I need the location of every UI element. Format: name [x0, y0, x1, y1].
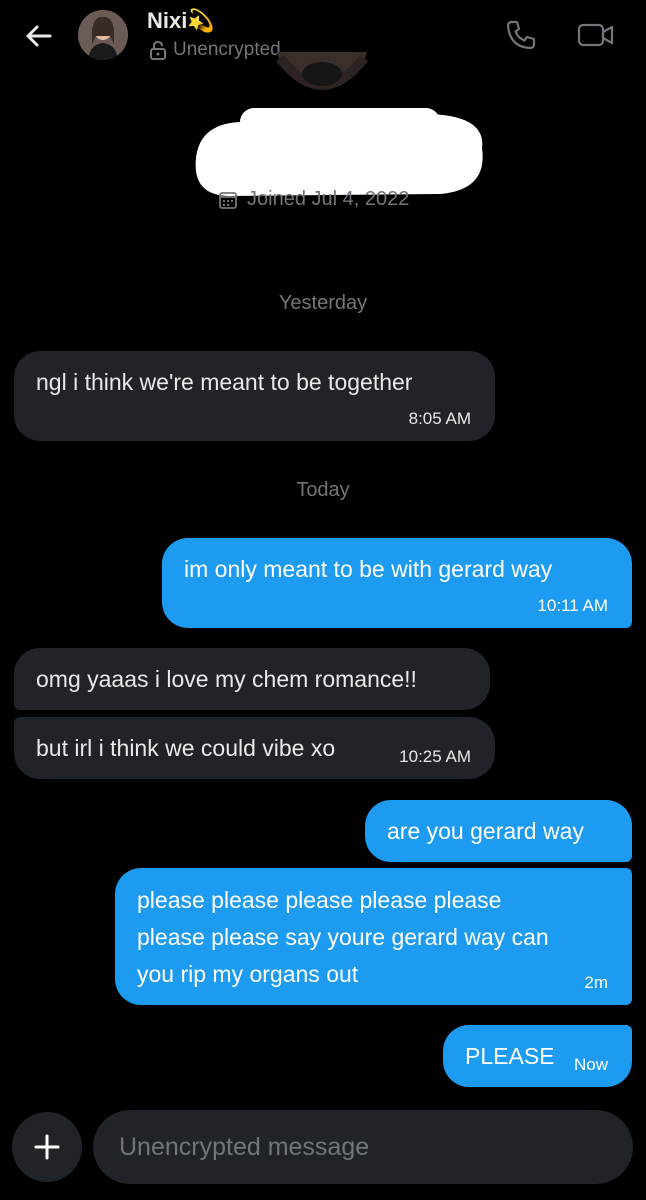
message-timestamp: Now [573, 1055, 608, 1074]
message-text: are you gerard way [387, 818, 584, 844]
message-composer [0, 1104, 646, 1200]
voice-call-button[interactable] [504, 18, 538, 52]
redaction-scribble [195, 108, 483, 196]
message-timestamp: 2m [584, 973, 608, 992]
message-timestamp: 8:05 AM [408, 409, 471, 428]
message-bubble-incoming[interactable]: omg yaaas i love my chem romance!! [14, 648, 490, 710]
message-text-line: please please say youre gerard way can [137, 924, 549, 950]
profile-picture[interactable] [272, 52, 372, 98]
plus-icon [34, 1134, 60, 1160]
message-text: im only meant to be with gerard way [184, 556, 553, 582]
joined-date: Joined Jul 4, 2022 [218, 188, 409, 211]
contact-name-text: Nixi [147, 8, 188, 33]
message-bubble-outgoing[interactable]: PLEASE Now [443, 1025, 632, 1087]
day-separator-yesterday: Yesterday [278, 292, 368, 314]
redaction-mark [190, 100, 488, 200]
message-text: PLEASE [465, 1043, 555, 1069]
message-text: but irl i think we could vibe xo [36, 735, 336, 761]
avatar-image [78, 10, 128, 60]
add-attachment-button[interactable] [12, 1112, 82, 1182]
message-bubble-incoming[interactable]: ngl i think we're meant to be together 8… [14, 351, 495, 441]
message-text: omg yaaas i love my chem romance!! [36, 666, 417, 692]
sparkle-emoji: 💫 [187, 8, 215, 33]
day-separator-today: Today [296, 479, 350, 501]
message-bubble-incoming[interactable]: but irl i think we could vibe xo 10:25 A… [14, 717, 495, 779]
phone-icon [506, 20, 536, 50]
message-bubble-outgoing[interactable]: please please please please please pleas… [115, 868, 632, 1005]
calendar-icon [219, 191, 237, 209]
joined-date-text: Joined Jul 4, 2022 [247, 188, 410, 210]
message-bubble-outgoing[interactable]: im only meant to be with gerard way 10:1… [162, 538, 632, 628]
message-text-line: you rip my organs out [137, 961, 359, 987]
contact-avatar[interactable] [78, 10, 128, 60]
message-text-line: please please please please please [137, 887, 502, 913]
video-call-button[interactable] [576, 18, 616, 52]
encryption-status: Unencrypted [149, 39, 281, 61]
contact-name[interactable]: Nixi💫 [147, 8, 215, 34]
message-text: ngl i think we're meant to be together [36, 369, 413, 395]
unlock-icon [150, 40, 166, 60]
message-timestamp: 10:25 AM [399, 747, 471, 766]
message-bubble-outgoing[interactable]: are you gerard way [365, 800, 632, 862]
back-arrow-icon [26, 25, 52, 47]
profile-picture-image [276, 52, 368, 90]
encryption-status-text: Unencrypted [173, 39, 281, 60]
back-button[interactable] [22, 20, 54, 52]
message-timestamp: 10:11 AM [537, 596, 608, 615]
message-input[interactable] [93, 1110, 633, 1184]
video-camera-icon [577, 23, 614, 47]
